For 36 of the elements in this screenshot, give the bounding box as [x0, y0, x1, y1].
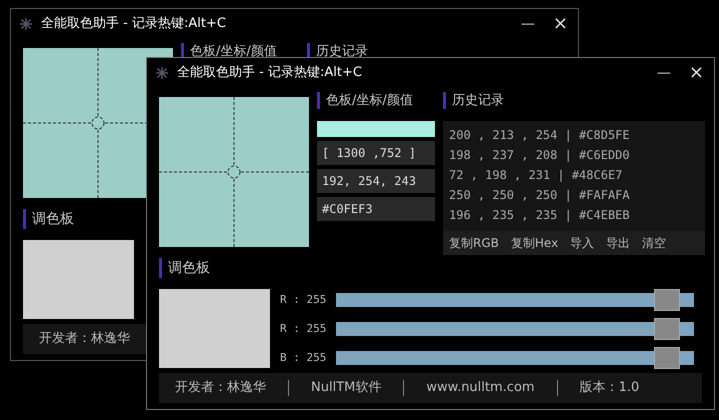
window-title: 全能取色助手 - 记录热键:Alt+C — [177, 64, 362, 82]
footer-text: 开发者：林逸华 — [175, 379, 266, 398]
action-button[interactable]: 复制Hex — [510, 234, 558, 252]
slider-thumb[interactable] — [654, 289, 680, 311]
tab[interactable]: 历史记录 — [443, 92, 504, 109]
footer-text: 版本：1.0 — [580, 379, 640, 398]
action-button[interactable]: 导出 — [606, 234, 630, 252]
slider-label: B : 255 — [280, 350, 328, 366]
section-title: 调色板 — [159, 258, 210, 278]
minimize-button[interactable]: — — [520, 17, 535, 31]
slider-thumb[interactable] — [654, 318, 680, 340]
history-row[interactable]: 72 , 198 , 231 | #48C6E7 — [443, 165, 705, 185]
slider-thumb[interactable] — [654, 347, 680, 369]
history-row[interactable]: 250 , 250 , 250 | #FAFAFA — [443, 185, 705, 205]
footer-text: NullTM软件 — [311, 379, 382, 398]
history-row[interactable]: 198 , 237 , 208 | #C6EDD0 — [443, 145, 705, 165]
history-row[interactable]: 196 , 235 , 235 | #C4EBEB — [443, 205, 705, 225]
action-button[interactable]: 导入 — [570, 234, 594, 252]
window-title: 全能取色助手 - 记录热键:Alt+C — [41, 15, 226, 34]
footer-text: 开发者：林逸华 — [39, 330, 130, 348]
close-button[interactable]: × — [552, 15, 568, 33]
footer-text: www.nulltm.com — [426, 379, 535, 398]
value-field[interactable]: [ 1300 ,752 ] — [317, 141, 435, 165]
minimize-button[interactable]: — — [656, 66, 671, 80]
tab[interactable]: 色板/坐标/颜值 — [317, 92, 413, 109]
snowflake-icon — [155, 66, 169, 80]
snowflake-icon — [19, 17, 33, 31]
action-button[interactable]: 复制RGB — [449, 234, 499, 252]
history-row[interactable]: 200 , 213 , 254 | #C8D5FE — [443, 125, 705, 145]
slider-label: R : 255 — [280, 292, 328, 308]
action-button[interactable]: 清空 — [642, 234, 666, 252]
slider-label: R : 255 — [280, 320, 328, 337]
close-button[interactable]: × — [688, 64, 704, 82]
value-field[interactable]: 192, 254, 243 — [317, 169, 435, 193]
value-field[interactable]: #C0FEF3 — [317, 197, 435, 221]
section-title: 调色板 — [23, 209, 74, 229]
